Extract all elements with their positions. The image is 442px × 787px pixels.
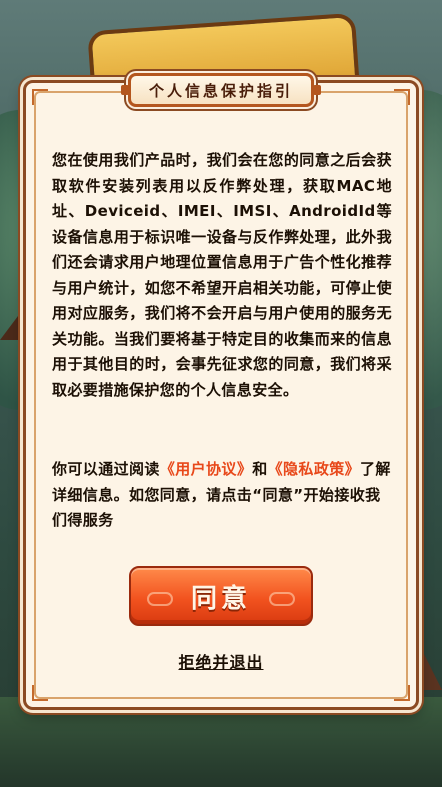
ground xyxy=(0,697,442,787)
user-agreement-link[interactable]: 《用户协议》 xyxy=(160,460,252,478)
dialog-title-plaque: 个人信息保护指引 xyxy=(121,73,321,107)
privacy-policy-link[interactable]: 《隐私政策》 xyxy=(268,460,360,478)
agreement-notice: 你可以通过阅读《用户协议》和《隐私政策》了解详细信息。如您同意，请点击“同意”开… xyxy=(52,457,392,534)
corner-ornament xyxy=(394,685,410,701)
agree-button[interactable]: 同意 xyxy=(129,566,313,626)
cloud-ornament-icon xyxy=(269,592,295,606)
notice-and: 和 xyxy=(252,460,268,478)
dialog-title: 个人信息保护指引 xyxy=(148,81,293,100)
privacy-notice-text: 您在使用我们产品时，我们会在您的同意之后会获取软件安装列表用以反作弊处理，获取M… xyxy=(52,151,392,399)
corner-ornament xyxy=(394,89,410,105)
notice-prefix: 你可以通过阅读 xyxy=(52,460,160,478)
corner-ornament xyxy=(32,685,48,701)
agree-button-label: 同意 xyxy=(190,583,251,614)
corner-ornament xyxy=(32,89,48,105)
reject-and-exit-link[interactable]: 拒绝并退出 xyxy=(0,649,442,673)
plaque-ornament xyxy=(121,85,129,95)
cloud-ornament-icon xyxy=(147,592,173,606)
plaque-ornament xyxy=(313,85,321,95)
